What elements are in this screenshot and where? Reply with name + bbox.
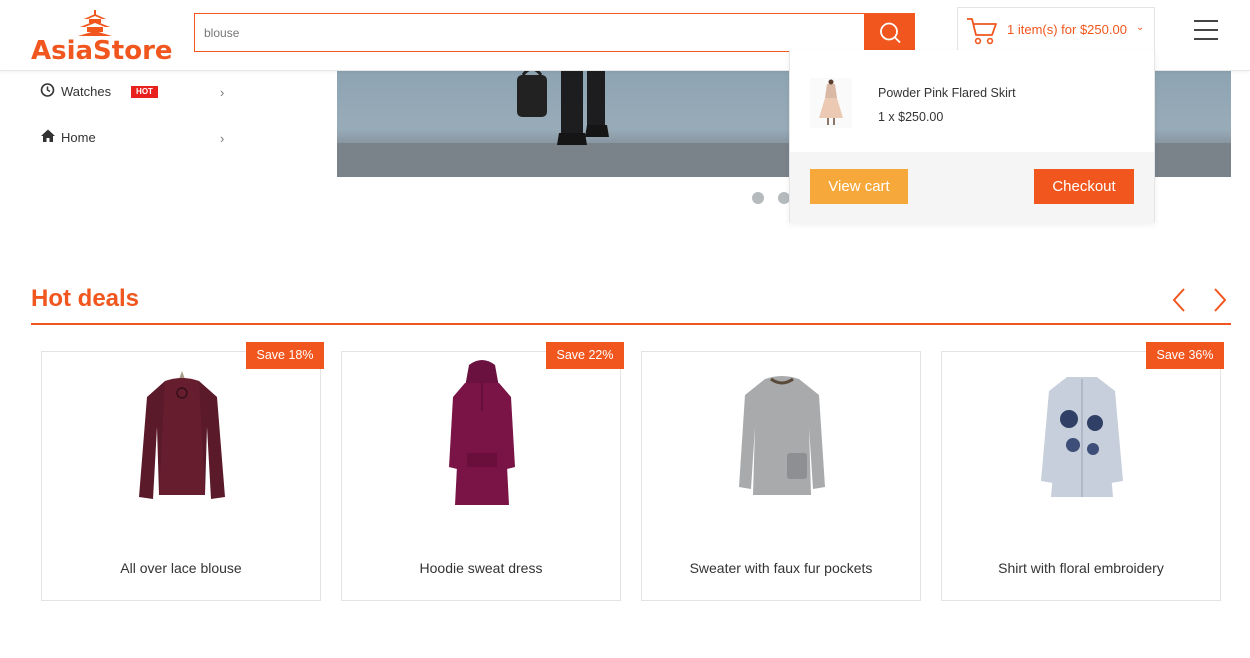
logo[interactable]: AsiaStore: [31, 10, 173, 66]
banner-model-figure: [517, 71, 609, 145]
section-title: Hot deals: [31, 285, 140, 312]
product-image: [139, 371, 225, 499]
search-bar: [194, 13, 915, 52]
clock-icon: [40, 83, 55, 97]
hot-badge: HOT: [131, 86, 158, 98]
discount-badge: Save 18%: [246, 342, 324, 369]
discount-badge: Save 36%: [1146, 342, 1224, 369]
product-name[interactable]: All over lace blouse: [42, 560, 320, 576]
product-image: [739, 376, 825, 495]
cart-item-qty-price: 1 x $250.00: [878, 110, 944, 124]
hamburger-icon-line: [1194, 20, 1218, 22]
product-card[interactable]: Sweater with faux fur pockets: [641, 351, 921, 601]
chevron-down-icon: ⌄: [1136, 22, 1145, 33]
home-icon: [41, 129, 55, 142]
product-name[interactable]: Sweater with faux fur pockets: [642, 560, 920, 576]
cart-icon: [967, 18, 997, 45]
hamburger-icon-line: [1194, 29, 1218, 31]
chevron-left-icon[interactable]: [1166, 286, 1194, 314]
cart-dropdown: Powder Pink Flared Skirt 1 x $250.00 Vie…: [789, 50, 1155, 223]
section-divider: [31, 323, 1231, 325]
product-card[interactable]: Shirt with floral embroidery: [941, 351, 1221, 601]
search-icon: [879, 22, 901, 43]
chevron-right-icon: ›: [220, 131, 225, 146]
product-card[interactable]: All over lace blouse: [41, 351, 321, 601]
logo-text: AsiaStore: [31, 36, 173, 66]
product-image: [449, 360, 515, 505]
cart-summary-text: 1 item(s) for $250.00: [1007, 22, 1127, 37]
product-card[interactable]: Hoodie sweat dress: [341, 351, 621, 601]
hamburger-menu-button[interactable]: [1192, 20, 1222, 44]
checkout-button[interactable]: Checkout: [1034, 169, 1134, 204]
cart-dropdown-footer: View cart Checkout: [790, 152, 1154, 223]
chevron-right-icon[interactable]: [1206, 286, 1234, 314]
pagoda-icon: [78, 10, 112, 36]
cart-item-thumbnail[interactable]: [810, 78, 852, 128]
cart-item-name[interactable]: Powder Pink Flared Skirt: [878, 86, 1016, 100]
product-name[interactable]: Shirt with floral embroidery: [942, 560, 1220, 576]
product-name[interactable]: Hoodie sweat dress: [342, 560, 620, 576]
sidebar-item-label: Watches: [61, 84, 112, 99]
cart-summary-button[interactable]: 1 item(s) for $250.00 ⌄: [957, 7, 1155, 50]
search-input[interactable]: [194, 13, 865, 52]
page: AsiaStore 1 item(s) for $250.00 ⌄: [0, 0, 1250, 658]
sidebar-item-label: Home: [61, 130, 96, 145]
banner-dot[interactable]: [752, 192, 764, 204]
view-cart-button[interactable]: View cart: [810, 169, 908, 204]
hamburger-icon-line: [1194, 38, 1218, 40]
search-button[interactable]: [864, 13, 915, 52]
sidebar-item-watches[interactable]: Watches HOT ›: [40, 82, 235, 112]
discount-badge: Save 22%: [546, 342, 624, 369]
sidebar-item-home[interactable]: Home ›: [40, 128, 235, 158]
product-image: [1041, 377, 1123, 497]
cart-item: Powder Pink Flared Skirt 1 x $250.00: [790, 50, 1154, 152]
chevron-right-icon: ›: [220, 85, 225, 100]
